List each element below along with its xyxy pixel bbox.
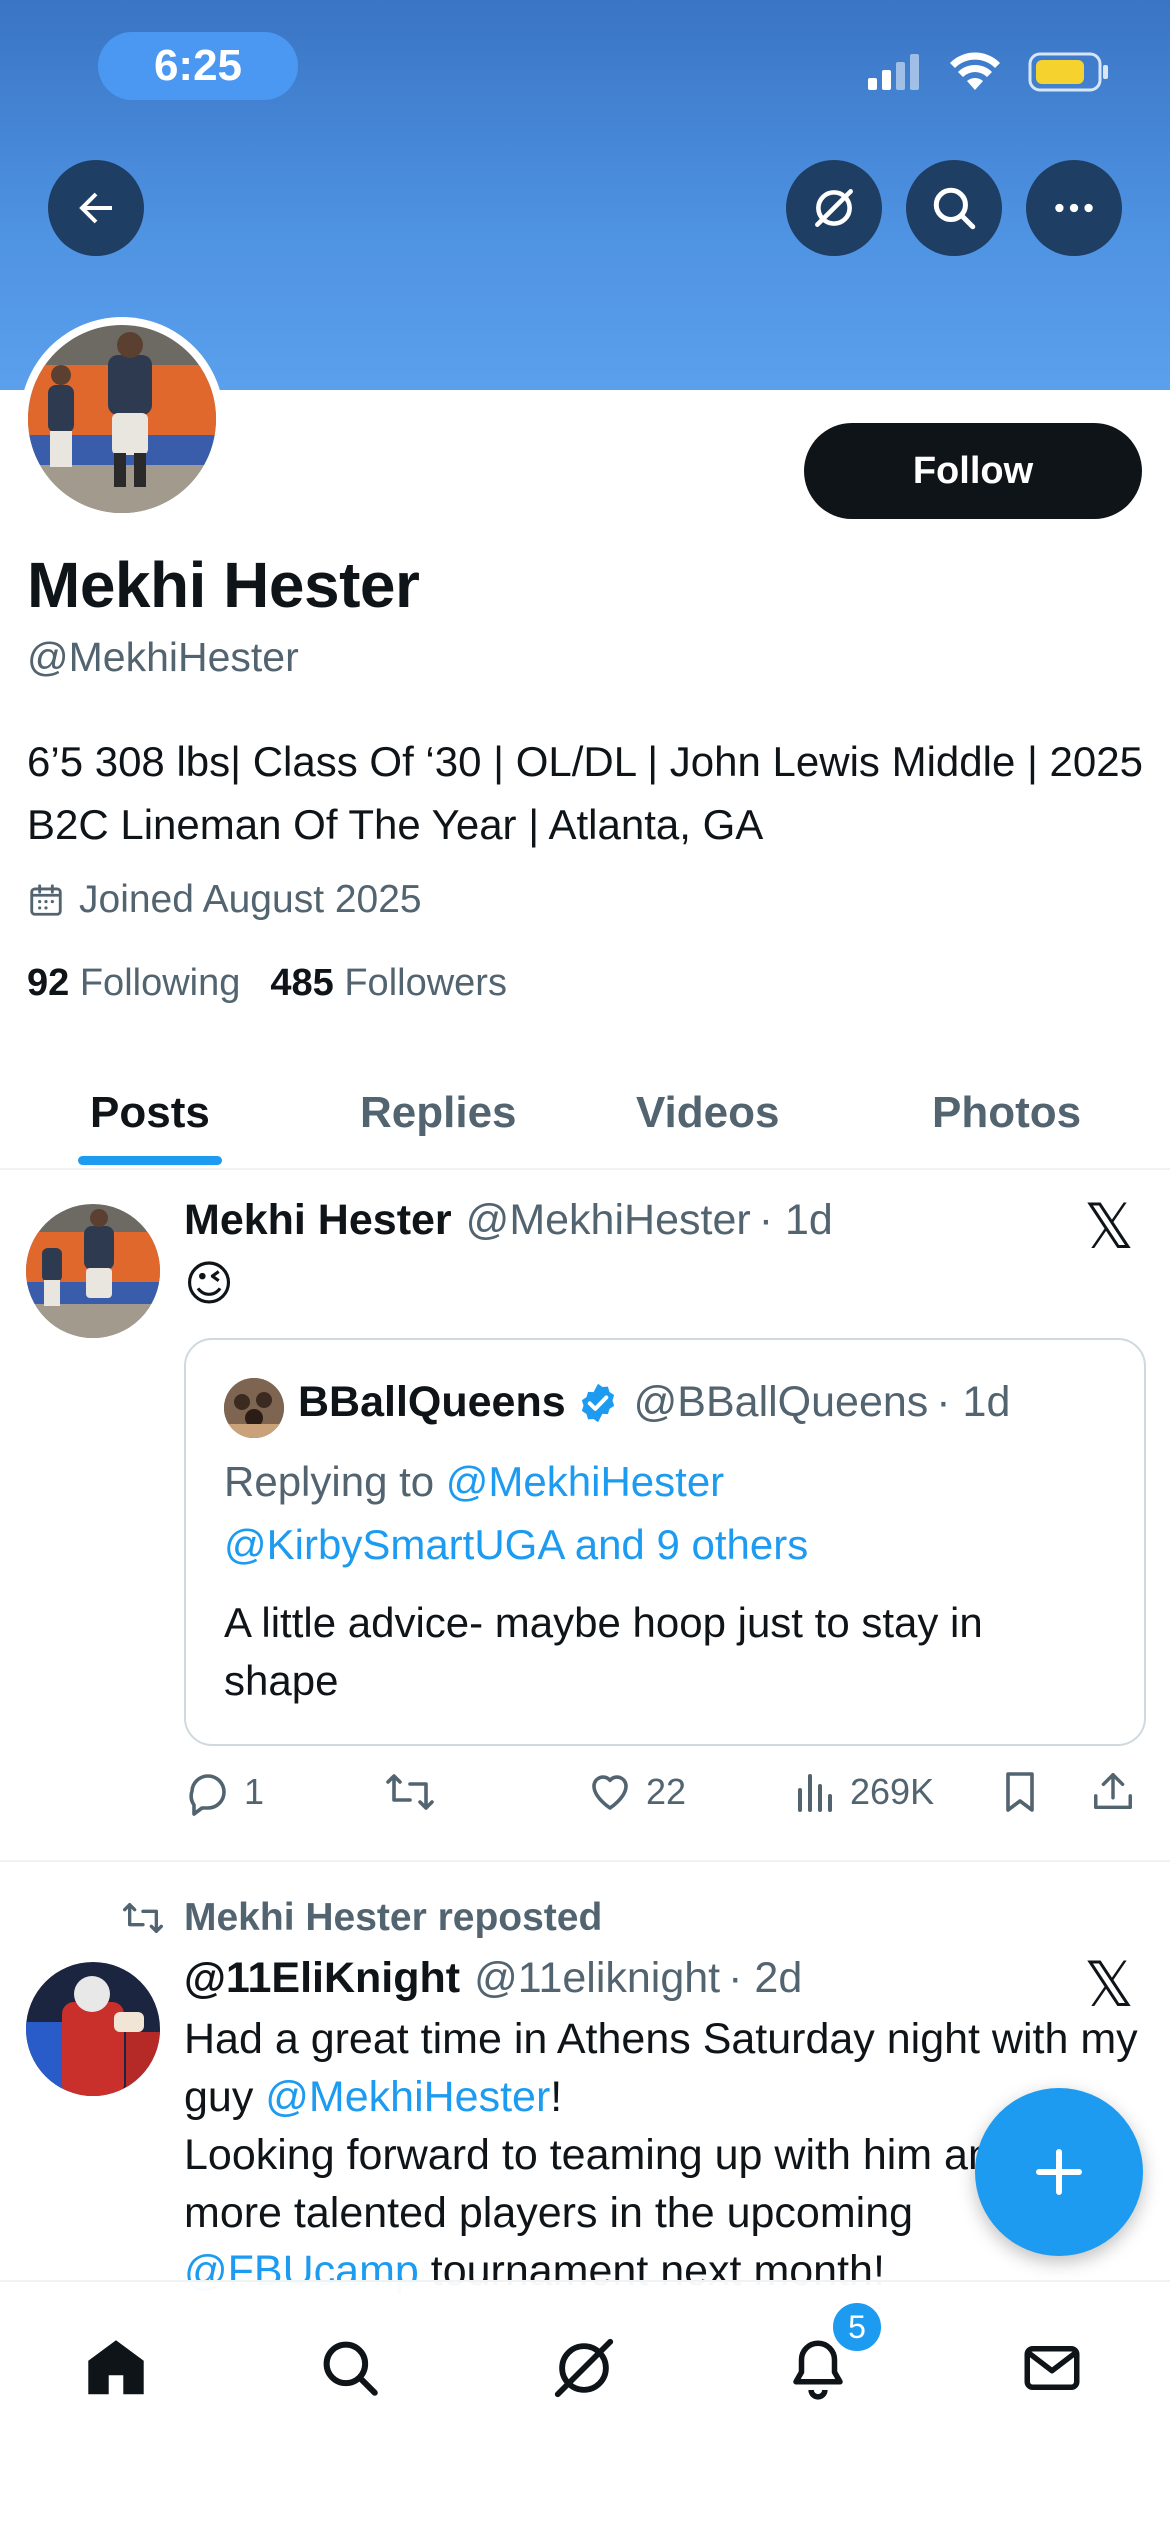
follow-button[interactable]: Follow	[804, 423, 1142, 519]
quoted-header: BBallQueens @BBallQueens · 1d	[298, 1378, 1010, 1427]
repost-label[interactable]: Mekhi Hester reposted	[184, 1896, 602, 1940]
bookmark-icon	[1006, 1772, 1034, 1812]
post-handle[interactable]: @11eliknight	[474, 1954, 720, 2003]
quoted-handle[interactable]: @BBallQueens	[634, 1378, 929, 1427]
post-divider	[0, 1860, 1170, 1862]
views-icon	[798, 1774, 832, 1812]
post-avatar-image	[26, 1962, 160, 2096]
reply-button[interactable]: 1	[184, 1768, 264, 1816]
followers-link[interactable]: 485 Followers	[270, 962, 507, 1005]
post-actions: 1 22 269K	[184, 1768, 1144, 1828]
search-icon	[933, 187, 976, 230]
home-icon	[88, 2340, 144, 2395]
nav-search[interactable]	[300, 2318, 400, 2418]
search-icon	[323, 2341, 378, 2396]
replying-to: Replying to @MekhiHester @KirbySmartUGA …	[224, 1458, 809, 1568]
post-text: 😉	[184, 1258, 235, 1311]
status-icons	[866, 52, 1110, 92]
tab-photos[interactable]: Photos	[932, 1060, 1081, 1166]
more-icon	[1055, 203, 1093, 213]
heart-icon	[592, 1775, 628, 1810]
bookmark-button[interactable]	[998, 1768, 1042, 1816]
mail-icon	[1024, 2346, 1080, 2390]
plus-icon	[1036, 2149, 1082, 2195]
post-author[interactable]: Mekhi Hester	[184, 1196, 452, 1245]
nav-grok[interactable]	[534, 2318, 634, 2418]
post-avatar-image	[26, 1204, 160, 1338]
mention-link[interactable]: @MekhiHester	[446, 1458, 724, 1505]
profile-avatar[interactable]	[20, 317, 224, 521]
post-header: @11EliKnight @11eliknight · 2d	[184, 1954, 802, 2003]
repost-icon	[386, 1774, 434, 1810]
like-count: 22	[646, 1771, 687, 1812]
notifications-badge: 5	[830, 2300, 884, 2354]
tab-videos[interactable]: Videos	[636, 1060, 779, 1166]
repost-icon	[122, 1903, 163, 1933]
views-count: 269K	[850, 1771, 935, 1812]
x-logo-icon: 𝕏	[1084, 1193, 1134, 1262]
signal-icon	[868, 54, 919, 90]
quoted-avatar-image	[224, 1378, 284, 1438]
quoted-text: A little advice- maybe hoop just to stay…	[224, 1599, 983, 1704]
wifi-icon	[950, 52, 1000, 90]
active-tab-indicator	[78, 1156, 222, 1165]
repost-button[interactable]	[384, 1768, 436, 1816]
nav-messages[interactable]	[1002, 2318, 1102, 2418]
calendar-icon	[30, 884, 62, 916]
avatar-photo	[28, 325, 216, 513]
status-time: 6:25	[98, 32, 298, 100]
more-button[interactable]	[1026, 160, 1122, 256]
grok-icon	[815, 189, 853, 227]
arrow-left-icon	[79, 192, 112, 224]
post-avatar[interactable]	[26, 1204, 160, 1338]
profile-handle: @MekhiHester	[27, 634, 299, 680]
quoted-time: · 1d	[936, 1378, 1011, 1426]
reply-icon	[189, 1774, 226, 1816]
quoted-avatar	[224, 1378, 284, 1438]
post-avatar[interactable]	[26, 1962, 160, 2096]
tab-posts[interactable]: Posts	[90, 1060, 210, 1166]
verified-badge-icon	[581, 1383, 614, 1422]
post-author[interactable]: @11EliKnight	[184, 1954, 460, 2003]
repost-indicator: Mekhi Hester reposted	[120, 1896, 602, 1940]
post-header: Mekhi Hester @MekhiHester · 1d	[184, 1196, 833, 1245]
quoted-author[interactable]: BBallQueens	[298, 1378, 566, 1427]
share-icon	[1094, 1773, 1132, 1810]
like-button[interactable]: 22	[586, 1768, 686, 1816]
battery-icon	[1028, 52, 1108, 92]
search-button[interactable]	[906, 160, 1002, 256]
nav-home[interactable]	[66, 2318, 166, 2418]
profile-bio: 6’5 308 lbs| Class Of ‘30 | OL/DL | John…	[27, 738, 1143, 848]
reply-count: 1	[244, 1771, 265, 1812]
compose-button[interactable]	[975, 2088, 1143, 2256]
following-link[interactable]: 92 Following	[27, 962, 240, 1005]
joined-date: Joined August 2025	[27, 878, 422, 922]
back-button[interactable]	[48, 160, 144, 256]
post-time: · 1d	[758, 1196, 833, 1244]
post-handle[interactable]: @MekhiHester	[466, 1196, 751, 1245]
quoted-post[interactable]: BBallQueens @BBallQueens · 1d Replying t…	[184, 1338, 1146, 1746]
avatar-image	[28, 325, 216, 513]
bottom-nav	[0, 2280, 1170, 2534]
follow-counts: 92 Following 485 Followers	[27, 962, 507, 1005]
mention-link[interactable]: @KirbySmartUGA and 9 others	[224, 1521, 808, 1568]
profile-name: Mekhi Hester	[27, 549, 420, 621]
views-button[interactable]: 269K	[794, 1768, 934, 1816]
tab-replies[interactable]: Replies	[360, 1060, 517, 1166]
grok-icon	[554, 2338, 614, 2398]
grok-button[interactable]	[786, 160, 882, 256]
joined-text: Joined August 2025	[79, 878, 422, 921]
post-time: · 2d	[728, 1954, 803, 2002]
mention-link[interactable]: @MekhiHester	[265, 2073, 550, 2121]
share-button[interactable]	[1090, 1768, 1136, 1816]
profile-tabs: Posts Replies Videos Photos	[0, 1060, 1170, 1170]
